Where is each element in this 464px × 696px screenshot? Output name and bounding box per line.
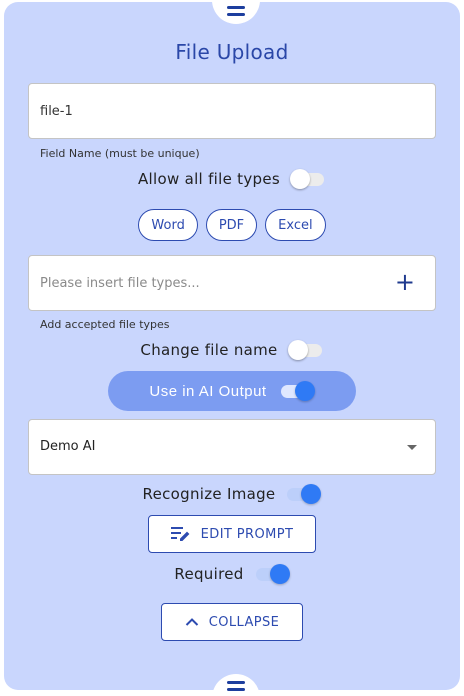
collapse-button[interactable]: COLLAPSE <box>161 603 303 641</box>
use-in-ai-output-button[interactable]: Use in AI Output <box>108 371 356 411</box>
chip-word[interactable]: Word <box>138 209 198 241</box>
allow-all-switch[interactable] <box>290 169 326 189</box>
ai-model-select[interactable]: Demo AI <box>28 419 436 475</box>
allow-all-row: Allow all file types <box>4 169 460 189</box>
plus-icon[interactable]: + <box>395 270 415 294</box>
use-in-ai-output-label: Use in AI Output <box>149 382 267 400</box>
use-in-ai-output-switch[interactable] <box>279 381 315 401</box>
recognize-image-row: Recognize Image <box>4 484 460 504</box>
menu-icon <box>227 6 245 18</box>
chip-pdf[interactable]: PDF <box>205 209 258 241</box>
menu-icon <box>227 681 245 693</box>
recognize-image-switch[interactable] <box>285 484 322 504</box>
ai-model-select-value: Demo AI <box>40 439 96 454</box>
chip-excel[interactable]: Excel <box>265 209 326 241</box>
edit-prompt-icon <box>170 526 191 542</box>
required-label: Required <box>174 565 244 583</box>
allow-all-label: Allow all file types <box>137 170 281 188</box>
change-file-name-switch[interactable] <box>287 340 324 360</box>
change-file-name-row: Change file name <box>4 340 460 360</box>
edit-prompt-label: EDIT PROMPT <box>200 526 294 542</box>
file-types-input-box[interactable]: + <box>28 255 436 311</box>
file-types-helper: Add accepted file types <box>40 318 170 331</box>
required-switch[interactable] <box>254 564 290 584</box>
panel-title: File Upload <box>175 40 289 64</box>
field-name-input-box[interactable] <box>28 83 436 139</box>
field-name-helper: Field Name (must be unique) <box>40 147 200 160</box>
drag-handle-bottom[interactable] <box>212 674 260 696</box>
collapse-label: COLLAPSE <box>208 614 280 630</box>
drag-handle-top[interactable] <box>212 0 260 24</box>
file-type-chips: Word PDF Excel <box>4 209 460 241</box>
change-file-name-label: Change file name <box>140 341 278 359</box>
edit-prompt-button[interactable]: EDIT PROMPT <box>148 515 316 553</box>
file-upload-panel: File Upload Field Name (must be unique) … <box>4 0 460 696</box>
chevron-up-icon <box>185 617 199 627</box>
chevron-down-icon <box>407 445 417 450</box>
field-name-input[interactable] <box>40 84 380 138</box>
file-types-input[interactable] <box>40 256 380 310</box>
required-row: Required <box>4 564 460 584</box>
recognize-image-label: Recognize Image <box>142 485 276 503</box>
